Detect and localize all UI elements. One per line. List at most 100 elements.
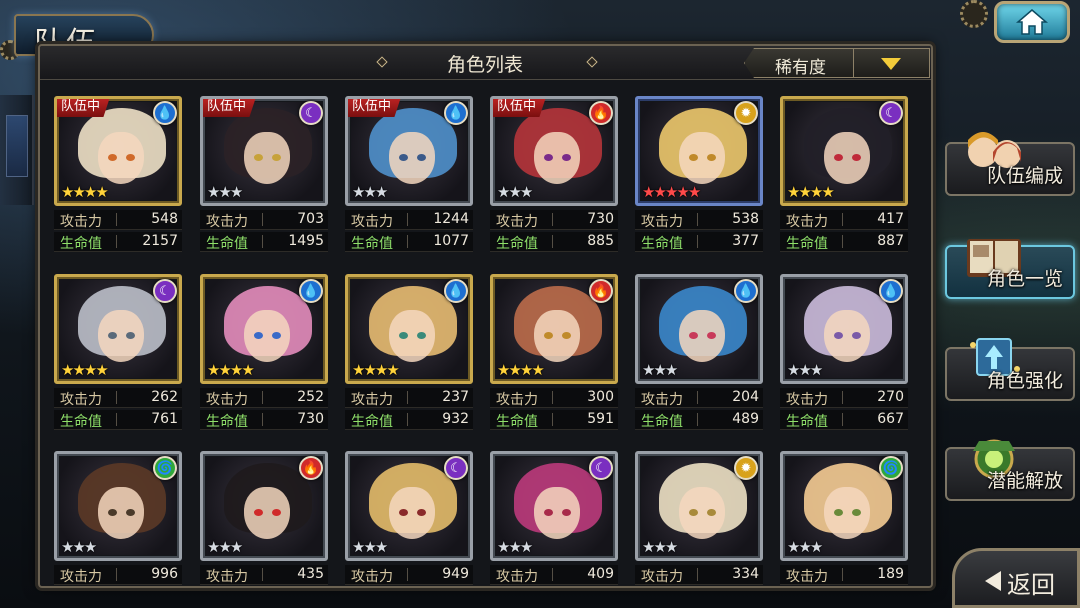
- character-portrait[interactable]: 队伍中 🔥 ★★★: [490, 96, 618, 206]
- attack-stat: 攻击力 435: [200, 565, 328, 585]
- hp-stat: 生命值: [635, 587, 763, 588]
- portrait-face: [824, 132, 870, 184]
- fire-element-icon: 🔥: [589, 101, 613, 125]
- stat-divider: [116, 413, 117, 426]
- character-portrait[interactable]: ✹ ★★★★★: [635, 96, 763, 206]
- attack-label: 攻击力: [496, 569, 538, 585]
- character-card[interactable]: ✹ ★★★★★ 攻击力 538 生命值 377: [635, 96, 763, 256]
- attack-label: 攻击力: [496, 392, 538, 408]
- attack-value: 204: [732, 389, 759, 405]
- character-card[interactable]: 🔥★★★攻击力435生命值: [200, 451, 328, 586]
- portrait-eye: [834, 332, 843, 339]
- hp-stat: 生命值 1077: [345, 232, 473, 252]
- dropdown-arrow-icon[interactable]: [881, 58, 901, 70]
- character-card[interactable]: 💧 ★★★★ 攻击力 237 生命值 932: [345, 274, 473, 434]
- character-card[interactable]: 💧 ★★★★ 攻击力 252 生命值 730: [200, 274, 328, 434]
- character-portrait[interactable]: 队伍中 💧 ★★★★: [54, 96, 182, 206]
- attack-stat: 攻击力 1244: [345, 210, 473, 230]
- attack-value: 334: [732, 566, 759, 582]
- stat-divider: [407, 568, 408, 581]
- character-portrait[interactable]: 💧 ★★★★: [200, 274, 328, 384]
- hp-label: 生命值: [351, 236, 393, 252]
- character-portrait[interactable]: 🌀 ★★★: [780, 451, 908, 561]
- character-portrait[interactable]: 🔥 ★★★: [200, 451, 328, 561]
- side-menu-button[interactable]: 队伍编成: [945, 132, 1075, 196]
- hp-value: 761: [151, 411, 178, 427]
- stat-divider: [697, 391, 698, 404]
- rarity-stars: ★★★: [642, 540, 678, 555]
- dark-element-icon: ☾: [299, 101, 323, 125]
- character-portrait[interactable]: 💧 ★★★★: [345, 274, 473, 384]
- character-portrait[interactable]: 💧 ★★★: [635, 274, 763, 384]
- character-card[interactable]: 队伍中 🔥 ★★★ 攻击力 730 生命值 885: [490, 96, 618, 256]
- rarity-stars: ★★★: [352, 185, 388, 200]
- stat-divider: [116, 235, 117, 248]
- attack-value: 237: [442, 389, 469, 405]
- character-portrait[interactable]: 队伍中 💧 ★★★: [345, 96, 473, 206]
- rarity-stars: ★★★: [207, 185, 243, 200]
- star-icon: ★: [374, 361, 389, 379]
- rarity-stars: ★★★★★: [642, 185, 701, 200]
- stat-divider: [842, 213, 843, 226]
- hp-value: 1495: [288, 233, 324, 249]
- character-portrait[interactable]: 队伍中 ☾ ★★★: [200, 96, 328, 206]
- character-card[interactable]: 队伍中 ☾ ★★★ 攻击力 703 生命值 1495: [200, 96, 328, 256]
- attack-stat: 攻击力 417: [780, 210, 908, 230]
- attack-value: 252: [297, 389, 324, 405]
- portrait-eye: [544, 154, 553, 161]
- back-button[interactable]: 返回: [952, 548, 1080, 608]
- star-icon: ★: [642, 361, 656, 379]
- rarity-stars: ★★★★: [787, 185, 835, 200]
- attack-label: 攻击力: [206, 569, 248, 585]
- star-icon: ★: [61, 361, 75, 379]
- character-portrait[interactable]: ☾ ★★★: [490, 451, 618, 561]
- stat-divider: [552, 213, 553, 226]
- character-card[interactable]: ✹★★★ 攻击力334 生命值: [635, 451, 763, 588]
- hp-label: 生命值: [206, 414, 248, 430]
- attack-value: 538: [732, 211, 759, 227]
- star-icon: ★: [61, 183, 75, 201]
- character-portrait[interactable]: ☾ ★★★: [345, 451, 473, 561]
- character-portrait[interactable]: ☾ ★★★★: [54, 274, 182, 384]
- character-card[interactable]: ☾ ★★★★ 攻击力 262 生命值 761: [54, 274, 182, 434]
- character-card[interactable]: ☾ ★★★★ 攻击力 417 生命值 887: [780, 96, 908, 256]
- character-card[interactable]: 队伍中 💧 ★★★★ 攻击力 548 生命值 2157: [54, 96, 182, 256]
- stat-divider: [552, 235, 553, 248]
- star-icon: ★: [83, 538, 98, 556]
- character-portrait[interactable]: ☾ ★★★★: [780, 96, 908, 206]
- character-card[interactable]: 🌀★★★攻击力996生命值: [54, 451, 182, 586]
- home-button[interactable]: [994, 1, 1070, 43]
- character-card[interactable]: 💧 ★★★ 攻击力 204 生命值 489: [635, 274, 763, 434]
- portrait-face: [244, 487, 290, 539]
- character-portrait[interactable]: 💧 ★★★: [780, 274, 908, 384]
- gear-decoration-icon: [960, 0, 988, 28]
- star-icon: ★: [664, 361, 679, 379]
- character-card[interactable]: ☾★★★攻击力949生命值: [345, 451, 473, 586]
- character-portrait[interactable]: 🔥 ★★★★: [490, 274, 618, 384]
- side-menu-button[interactable]: 角色一览: [945, 239, 1075, 299]
- star-icon: ★: [61, 538, 75, 556]
- attack-stat: 攻击力 334: [635, 565, 763, 585]
- side-menu-button[interactable]: 角色强化: [945, 338, 1075, 401]
- portrait-eye: [689, 154, 698, 161]
- star-icon: ★: [229, 538, 244, 556]
- hp-stat: 生命值 730: [200, 410, 328, 430]
- side-menu-button[interactable]: 潜能解放: [945, 439, 1075, 501]
- attack-label: 攻击力: [60, 392, 102, 408]
- portrait-face: [244, 310, 290, 362]
- character-card[interactable]: 💧 ★★★ 攻击力 270 生命值 667: [780, 274, 908, 434]
- character-card[interactable]: 🔥 ★★★★ 攻击力 300 生命值 591: [490, 274, 618, 434]
- stat-divider: [262, 391, 263, 404]
- portrait-face: [98, 487, 144, 539]
- character-card[interactable]: 🌀★★★攻击力189生命值: [780, 451, 908, 586]
- character-portrait[interactable]: ✹ ★★★: [635, 451, 763, 561]
- character-portrait[interactable]: 🌀 ★★★: [54, 451, 182, 561]
- light-element-icon: ✹: [734, 101, 758, 125]
- attack-stat: 攻击力 730: [490, 210, 618, 230]
- attack-stat: 攻击力 189: [780, 565, 908, 585]
- character-card[interactable]: 队伍中 💧 ★★★ 攻击力 1244 生命值 1077: [345, 96, 473, 256]
- star-icon: ★: [241, 361, 255, 379]
- attack-value: 548: [151, 211, 178, 227]
- sort-dropdown[interactable]: 稀有度: [744, 48, 930, 78]
- character-card[interactable]: ☾★★★攻击力409生命值: [490, 451, 618, 586]
